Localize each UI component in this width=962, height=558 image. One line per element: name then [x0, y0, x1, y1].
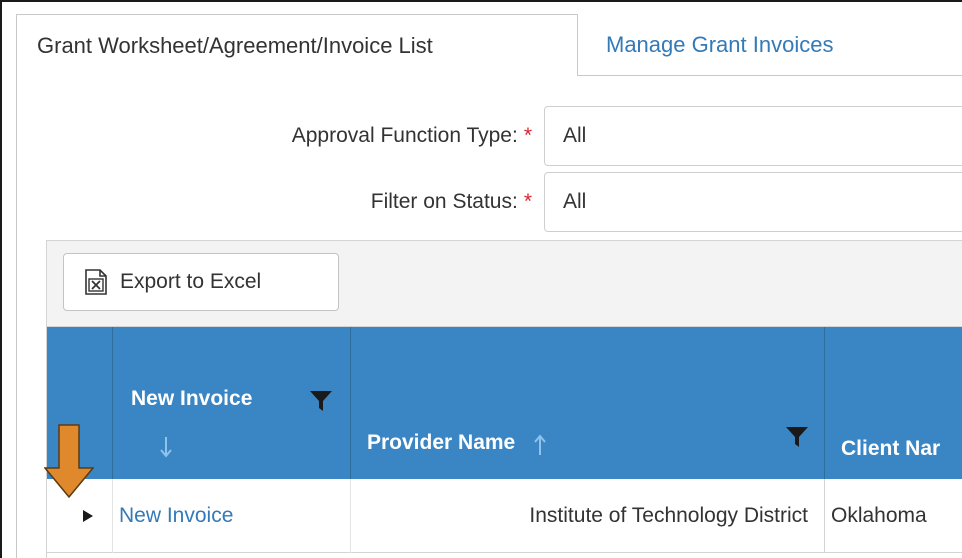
client-name-cell: Oklahoma: [831, 504, 927, 527]
sort-descending-icon: [160, 437, 172, 458]
approval-type-label: Approval Function Type: *: [292, 106, 532, 166]
header-provider-name[interactable]: Provider Name: [351, 327, 825, 479]
tab-bar: Grant Worksheet/Agreement/Invoice List M…: [16, 14, 962, 76]
grid-header: New Invoice Provider Name Client Nar: [47, 327, 962, 479]
expand-row-icon[interactable]: [82, 509, 94, 523]
tab-grant-worksheet-list[interactable]: Grant Worksheet/Agreement/Invoice List: [16, 14, 578, 76]
new-invoice-link[interactable]: New Invoice: [113, 479, 351, 553]
status-value: All: [563, 190, 587, 213]
app-frame: Grant Worksheet/Agreement/Invoice List M…: [0, 0, 962, 558]
status-filter-row: Filter on Status: * All: [2, 172, 962, 232]
approval-type-value: All: [563, 124, 587, 147]
status-select[interactable]: All: [544, 172, 962, 232]
approval-type-filter-row: Approval Function Type: * All: [2, 106, 962, 166]
approval-type-label-text: Approval Function Type:: [291, 124, 518, 147]
annotation-down-arrow-icon: [44, 424, 94, 498]
header-client-name-label[interactable]: Client Nar: [841, 437, 940, 461]
status-label: Filter on Status: *: [371, 172, 532, 232]
filter-icon[interactable]: [785, 425, 809, 449]
header-client-name[interactable]: Client Nar: [825, 327, 962, 479]
table-row: New Invoice Institute of Technology Dist…: [47, 479, 962, 553]
required-marker: *: [523, 190, 532, 213]
filter-icon[interactable]: [309, 389, 333, 413]
status-label-text: Filter on Status:: [370, 190, 518, 213]
sort-ascending-icon: [534, 434, 546, 455]
header-provider-name-label[interactable]: Provider Name: [367, 431, 515, 455]
invoice-grid: Export to Excel New Invoice Provider Nam…: [46, 240, 962, 558]
export-label: Export to Excel: [120, 270, 262, 293]
excel-file-icon: [85, 269, 107, 295]
tab-divider: [578, 75, 962, 76]
header-new-invoice[interactable]: New Invoice: [113, 327, 351, 479]
required-marker: *: [523, 124, 532, 147]
grid-toolbar: Export to Excel: [47, 241, 962, 327]
approval-type-select[interactable]: All: [544, 106, 962, 166]
export-to-excel-button[interactable]: Export to Excel: [63, 253, 339, 311]
tab-manage-grant-invoices[interactable]: Manage Grant Invoices: [578, 14, 962, 76]
provider-name-cell: Institute of Technology District: [351, 479, 825, 553]
header-new-invoice-label[interactable]: New Invoice: [131, 387, 252, 411]
